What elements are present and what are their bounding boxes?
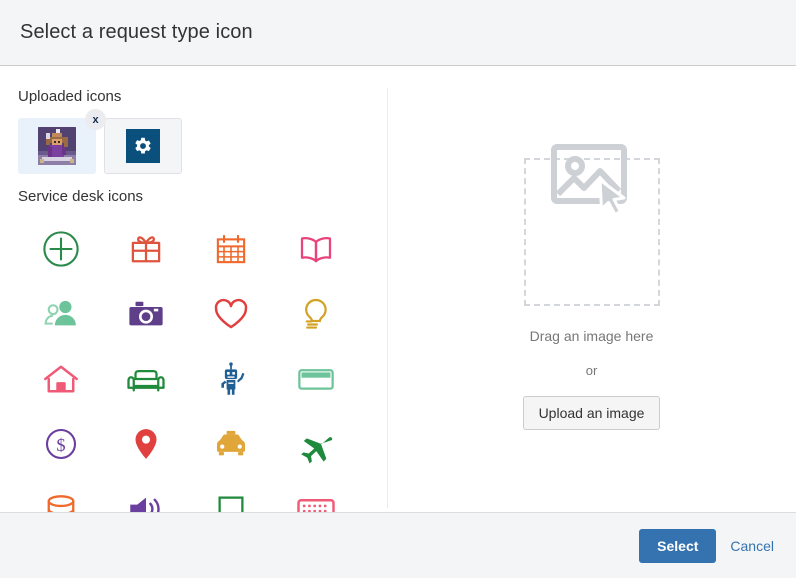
svg-text:$: $ (56, 435, 65, 455)
gear-icon (132, 135, 154, 157)
dialog-title: Select a request type icon (20, 21, 253, 44)
uploaded-icons-row: x (18, 118, 387, 174)
map-pin-icon[interactable] (103, 411, 188, 476)
cancel-button[interactable]: Cancel (728, 534, 776, 558)
home-icon[interactable] (18, 346, 103, 411)
monitor-icon[interactable] (188, 476, 273, 512)
dialog-header: Select a request type icon (0, 0, 796, 66)
image-placeholder-icon (548, 137, 644, 238)
upload-image-button[interactable]: Upload an image (523, 396, 661, 430)
icon-library-panel: Uploaded icons (0, 66, 387, 512)
uploaded-icon-avatar[interactable]: x (18, 118, 96, 174)
image-upload-panel: Drag an image here or Upload an image (387, 66, 796, 512)
taxi-icon[interactable] (188, 411, 273, 476)
calendar-icon[interactable] (188, 216, 273, 281)
gift-icon[interactable] (103, 216, 188, 281)
panel-divider (387, 88, 388, 508)
uploaded-icon-gear[interactable] (104, 118, 182, 174)
dialog-footer: Select Cancel (0, 512, 796, 578)
gear-thumbnail (126, 129, 160, 163)
lightbulb-icon[interactable] (273, 281, 358, 346)
or-separator-text: or (586, 363, 598, 378)
select-button[interactable]: Select (639, 529, 716, 563)
drag-instruction-text: Drag an image here (530, 328, 654, 344)
robot-icon[interactable] (188, 346, 273, 411)
sofa-icon[interactable] (103, 346, 188, 411)
people-icon[interactable] (18, 281, 103, 346)
credit-card-icon[interactable] (273, 346, 358, 411)
avatar-thumbnail (38, 127, 76, 165)
keyboard-icon[interactable] (273, 476, 358, 512)
dollar-coin-icon[interactable]: $ (18, 411, 103, 476)
select-icon-dialog: Select a request type icon Uploaded icon… (0, 0, 796, 578)
camera-icon[interactable] (103, 281, 188, 346)
service-desk-icons-label: Service desk icons (18, 188, 387, 206)
speaker-icon[interactable] (103, 476, 188, 512)
remove-uploaded-icon-button[interactable]: x (85, 109, 106, 130)
plus-circle-icon[interactable] (18, 216, 103, 281)
database-icon[interactable] (18, 476, 103, 512)
airplane-icon[interactable] (273, 411, 358, 476)
image-dropzone[interactable] (524, 158, 660, 306)
dialog-body: Uploaded icons (0, 66, 796, 512)
book-icon[interactable] (273, 216, 358, 281)
heart-icon[interactable] (188, 281, 273, 346)
service-desk-icon-grid: $ (18, 216, 387, 512)
uploaded-icons-label: Uploaded icons (18, 88, 387, 106)
